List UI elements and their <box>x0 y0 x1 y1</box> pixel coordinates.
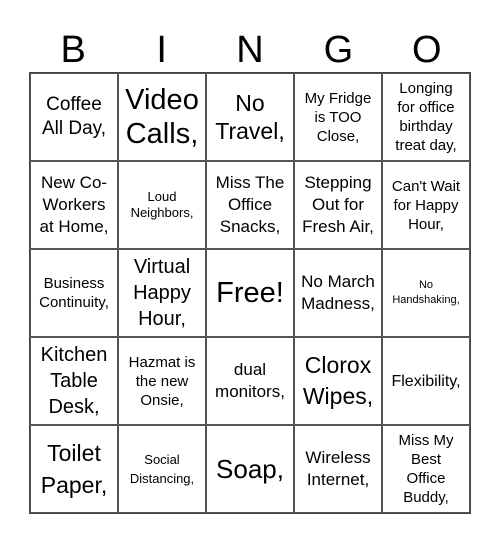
cell-text: Wireless Internet, <box>305 448 371 489</box>
bingo-cell[interactable]: Business Continuity, <box>30 249 118 337</box>
cell-text: Soap, <box>216 453 284 484</box>
cell-text: dual monitors, <box>215 360 285 401</box>
cell-text: Coffee All Day, <box>41 94 107 139</box>
bingo-cell[interactable]: New Co-Workers at Home, <box>30 161 118 249</box>
cell-text: Toilet Paper, <box>40 440 108 498</box>
bingo-cell[interactable]: Hazmat is the new Onsie, <box>118 337 206 425</box>
bingo-cell[interactable]: Social Distancing, <box>118 425 206 513</box>
bingo-cell[interactable]: dual monitors, <box>206 337 294 425</box>
bingo-cell[interactable]: Coffee All Day, <box>30 73 118 161</box>
cell-text: No Handshaking, <box>392 279 460 306</box>
bingo-cell[interactable]: Can't Wait for Happy Hour, <box>382 161 470 249</box>
bingo-cell[interactable]: Flexibility, <box>382 337 470 425</box>
bingo-cell[interactable]: No Travel, <box>206 73 294 161</box>
bingo-grid: Coffee All Day, Video Calls, No Travel, … <box>29 72 471 514</box>
header-letter-n: N <box>236 29 264 71</box>
cell-text: Longing for office birthday treat day, <box>395 80 457 154</box>
header-letter-i: I <box>156 29 167 71</box>
bingo-cell[interactable]: Virtual Happy Hour, <box>118 249 206 337</box>
header-letter-b: B <box>60 29 86 71</box>
cell-text: Loud Neighbors, <box>130 189 194 220</box>
bingo-cell free-space[interactable]: Free! <box>206 249 294 337</box>
cell-text: Clorox Wipes, <box>302 352 374 409</box>
cell-text: Virtual Happy Hour, <box>133 256 191 330</box>
cell-text: No Travel, <box>215 90 285 144</box>
header-letter-g: G <box>323 29 354 71</box>
bingo-cell[interactable]: Stepping Out for Fresh Air, <box>294 161 382 249</box>
bingo-cell[interactable]: No March Madness, <box>294 249 382 337</box>
bingo-cell[interactable]: Soap, <box>206 425 294 513</box>
cell-text: Business Continuity, <box>39 275 109 311</box>
bingo-cell[interactable]: My Fridge is TOO Close, <box>294 73 382 161</box>
bingo-cell[interactable]: Longing for office birthday treat day, <box>382 73 470 161</box>
bingo-cell[interactable]: Clorox Wipes, <box>294 337 382 425</box>
cell-text: Flexibility, <box>391 372 461 390</box>
bingo-cell[interactable]: Kitchen Table Desk, <box>30 337 118 425</box>
header-letter-o: O <box>412 29 442 71</box>
cell-text: Miss My Best Office Buddy, <box>398 432 454 506</box>
cell-text: No March Madness, <box>301 272 375 313</box>
cell-text: Social Distancing, <box>129 452 195 486</box>
bingo-cell[interactable]: Wireless Internet, <box>294 425 382 513</box>
bingo-header: B I N G O <box>29 28 471 72</box>
bingo-cell[interactable]: Miss My Best Office Buddy, <box>382 425 470 513</box>
cell-text: Miss The Office Snacks, <box>215 173 285 236</box>
free-space-text: Free! <box>216 277 284 309</box>
bingo-cell[interactable]: Loud Neighbors, <box>118 161 206 249</box>
cell-text: Video Calls, <box>125 84 199 150</box>
cell-text: Stepping Out for Fresh Air, <box>302 173 374 236</box>
cell-text: Kitchen Table Desk, <box>40 344 108 418</box>
cell-text: My Fridge is TOO Close, <box>304 89 372 145</box>
cell-text: New Co-Workers at Home, <box>39 173 109 236</box>
bingo-cell[interactable]: No Handshaking, <box>382 249 470 337</box>
bingo-cell[interactable]: Miss The Office Snacks, <box>206 161 294 249</box>
bingo-cell[interactable]: Video Calls, <box>118 73 206 161</box>
bingo-cell[interactable]: Toilet Paper, <box>30 425 118 513</box>
cell-text: Hazmat is the new Onsie, <box>128 353 196 409</box>
cell-text: Can't Wait for Happy Hour, <box>391 177 461 233</box>
